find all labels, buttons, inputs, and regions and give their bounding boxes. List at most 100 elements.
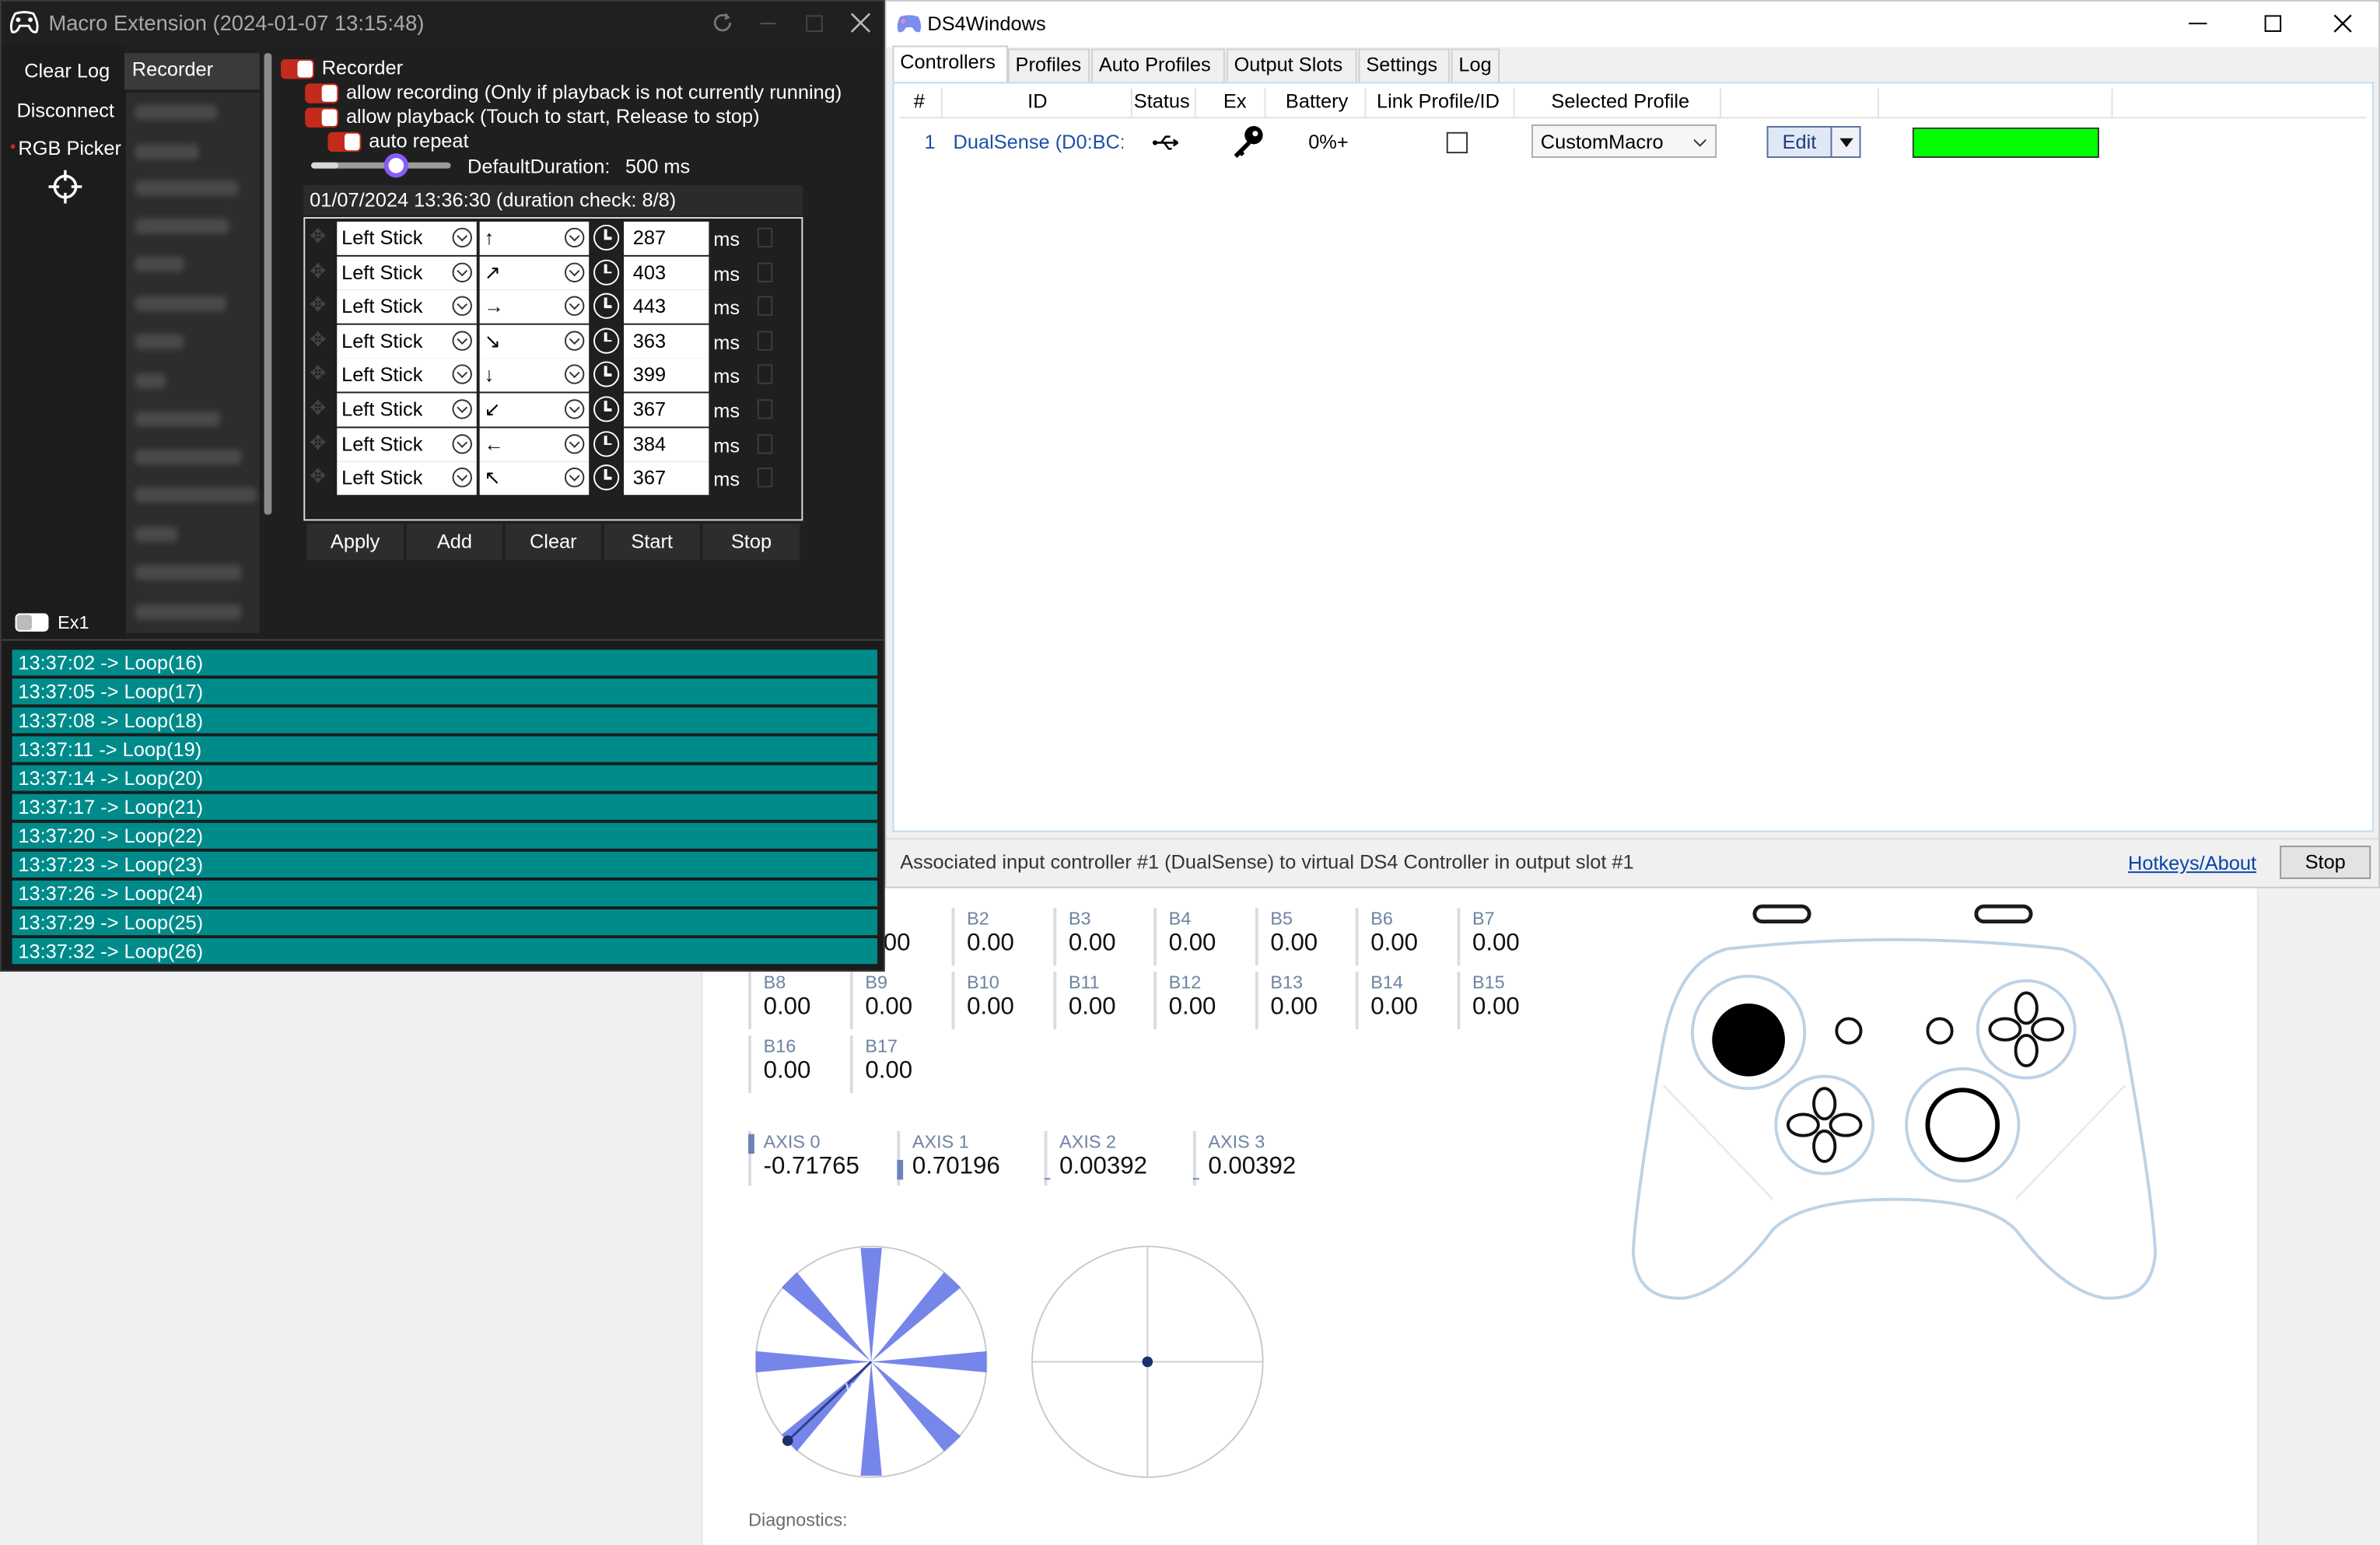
direction-select[interactable]: ↑ [479, 221, 590, 255]
ex1-toggle[interactable] [15, 613, 49, 632]
stop-macro-button[interactable]: Stop [702, 524, 800, 561]
tab-settings[interactable]: Settings [1358, 48, 1450, 82]
delete-step-icon[interactable] [757, 261, 773, 282]
maximize-icon[interactable] [806, 15, 823, 32]
direction-select[interactable]: ↙ [479, 393, 590, 427]
duration-input[interactable]: 287 [624, 221, 709, 255]
macro-step-row[interactable]: ✥ Left Stick ↓ 399 ms [305, 359, 801, 393]
input-select[interactable]: Left Stick [337, 290, 477, 324]
drag-handle-icon[interactable]: ✥ [310, 328, 326, 352]
delete-step-icon[interactable] [757, 296, 773, 317]
dropdown-arrow-icon [1839, 138, 1853, 148]
drag-handle-icon[interactable]: ✥ [310, 465, 326, 489]
status-message: Associated input controller #1 (DualSens… [900, 850, 1634, 874]
tab-auto-profiles[interactable]: Auto Profiles [1091, 48, 1225, 82]
close-icon[interactable] [2333, 14, 2352, 33]
drag-handle-icon[interactable]: ✥ [310, 430, 326, 454]
duration-input[interactable]: 367 [624, 461, 709, 496]
refresh-icon[interactable] [712, 12, 733, 33]
axis-value: 0.00392 [1208, 1154, 1297, 1180]
input-select[interactable]: Left Stick [337, 359, 477, 393]
direction-select[interactable]: ↘ [479, 324, 590, 359]
input-select[interactable]: Left Stick [337, 221, 477, 255]
input-select[interactable]: Left Stick [337, 393, 477, 427]
clear-log-button[interactable]: Clear Log [24, 59, 110, 82]
tab-controllers[interactable]: Controllers [892, 45, 1008, 82]
direction-select[interactable]: ← [479, 427, 590, 461]
macro-step-row[interactable]: ✥ Left Stick ↑ 287 ms [305, 221, 801, 255]
macro-step-row[interactable]: ✥ Left Stick → 443 ms [305, 290, 801, 324]
edit-profile-button[interactable]: Edit [1766, 125, 1832, 158]
input-select[interactable]: Left Stick [337, 427, 477, 461]
duration-input[interactable]: 399 [624, 359, 709, 393]
start-button[interactable]: Start [604, 524, 700, 561]
tab-log[interactable]: Log [1451, 48, 1500, 82]
rgb-picker-button[interactable]: RGB Picker [18, 137, 121, 159]
delete-step-icon[interactable] [757, 365, 773, 385]
edit-menu-dropdown[interactable] [1830, 125, 1861, 158]
drag-handle-icon[interactable]: ✥ [310, 396, 326, 420]
disconnect-button[interactable]: Disconnect [16, 99, 114, 121]
tab-profiles[interactable]: Profiles [1007, 48, 1090, 82]
macro-extension-window: Macro Extension (2024-01-07 13:15:48) Cl… [0, 0, 885, 972]
close-icon[interactable] [850, 12, 871, 33]
maximize-icon[interactable] [2264, 15, 2282, 32]
crosshair-icon[interactable] [48, 170, 82, 204]
button-value: 0.00 [763, 994, 811, 1021]
device-list-scrollbar[interactable] [264, 53, 272, 515]
duration-input[interactable]: 367 [624, 393, 709, 427]
direction-select[interactable]: ↗ [479, 256, 590, 289]
slider-thumb[interactable] [384, 153, 409, 178]
controller-row[interactable]: 1 DualSense (D0:BC:C 0%+ CustomMacro Edi… [894, 123, 2366, 166]
clock-icon [593, 328, 620, 354]
drag-handle-icon[interactable]: ✥ [310, 293, 326, 317]
direction-select[interactable]: ↓ [479, 359, 590, 393]
ms-unit-label: ms [713, 365, 740, 388]
duration-input[interactable]: 363 [624, 324, 709, 359]
drag-handle-icon[interactable]: ✥ [310, 362, 326, 386]
direction-select[interactable]: → [479, 290, 590, 324]
macro-step-row[interactable]: ✥ Left Stick ↘ 363 ms [305, 324, 801, 359]
delete-step-icon[interactable] [757, 433, 773, 454]
link-profile-checkbox[interactable] [1446, 131, 1468, 154]
direction-arrow-icon: ↑ [484, 226, 495, 250]
button-label: B4 [1168, 907, 1192, 930]
default-duration-slider[interactable] [311, 153, 451, 178]
left-bumper-icon [1752, 904, 1811, 923]
lightbar-color-swatch[interactable] [1912, 127, 2099, 158]
macro-step-row[interactable]: ✥ Left Stick ↗ 403 ms [305, 256, 801, 289]
duration-input[interactable]: 443 [624, 290, 709, 324]
col-header-ex: Ex [1223, 89, 1247, 113]
stop-button[interactable]: Stop [2280, 845, 2371, 879]
input-select[interactable]: Left Stick [337, 324, 477, 359]
direction-select[interactable]: ↖ [479, 461, 590, 496]
duration-input[interactable]: 384 [624, 427, 709, 461]
drag-handle-icon[interactable]: ✥ [310, 259, 326, 283]
recorder-tab[interactable]: Recorder [124, 53, 260, 90]
macro-step-row[interactable]: ✥ Left Stick ← 384 ms [305, 427, 801, 461]
duration-input[interactable]: 403 [624, 256, 709, 289]
delete-step-icon[interactable] [757, 468, 773, 488]
delete-step-icon[interactable] [757, 331, 773, 351]
input-select-value: Left Stick [341, 398, 423, 421]
minimize-icon[interactable] [760, 23, 776, 25]
delete-step-icon[interactable] [757, 399, 773, 419]
button-label: B8 [763, 971, 786, 993]
input-select[interactable]: Left Stick [337, 461, 477, 496]
macro-step-row[interactable]: ✥ Left Stick ↖ 367 ms [305, 461, 801, 496]
tab-output-slots[interactable]: Output Slots [1226, 48, 1357, 82]
drag-handle-icon[interactable]: ✥ [310, 225, 326, 249]
add-button[interactable]: Add [407, 524, 502, 561]
chevron-down-icon [452, 331, 472, 351]
apply-button[interactable]: Apply [306, 524, 404, 561]
gamepad-app-icon [9, 11, 39, 33]
macro-step-row[interactable]: ✥ Left Stick ↙ 367 ms [305, 393, 801, 427]
button-cell-b5: B5 0.00 [1255, 907, 1346, 966]
clear-button[interactable]: Clear [505, 524, 601, 561]
delete-step-icon[interactable] [757, 227, 773, 248]
ds4-status-bar: Associated input controller #1 (DualSens… [886, 838, 2379, 887]
minimize-icon[interactable] [2189, 23, 2207, 25]
input-select[interactable]: Left Stick [337, 256, 477, 289]
hotkeys-about-link[interactable]: Hotkeys/About [2128, 852, 2256, 874]
profile-select[interactable]: CustomMacro [1531, 124, 1717, 158]
